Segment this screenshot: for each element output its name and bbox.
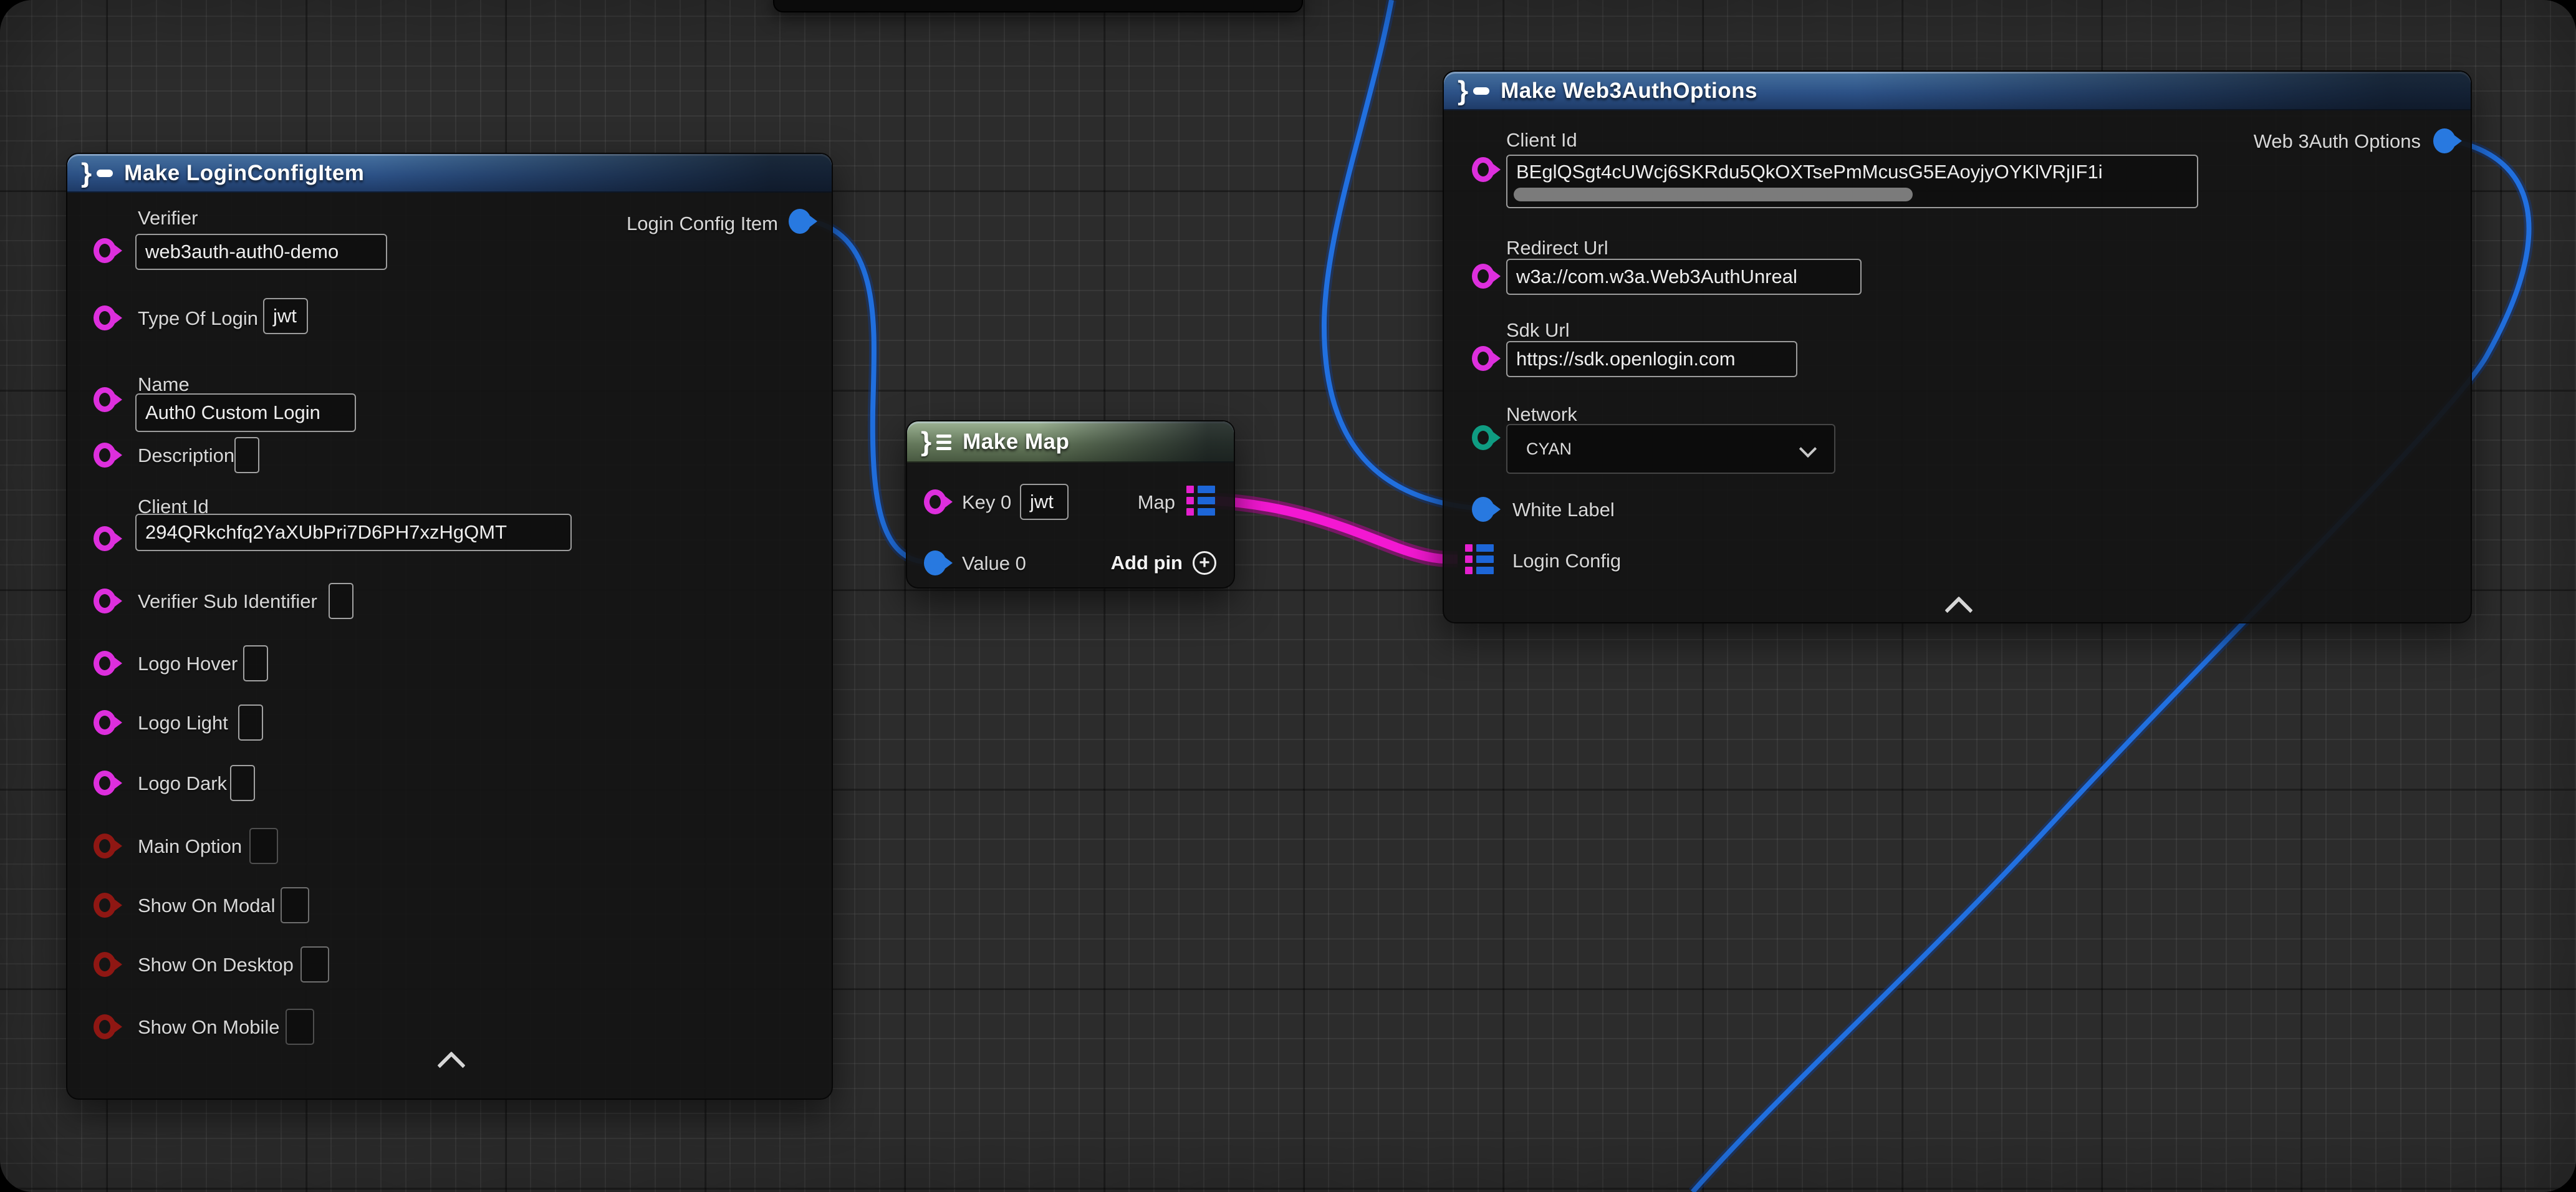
node-make-map[interactable]: } Make Map Key 0 jwt Map Value 0 Add pin…: [906, 420, 1235, 589]
pin-label-description: Description: [138, 445, 234, 467]
pin-label-value-0: Value 0: [962, 552, 1026, 575]
pin-label-name: Name: [138, 373, 190, 396]
name-field[interactable]: Auth0 Custom Login: [135, 393, 356, 432]
pin-key-0[interactable]: [924, 489, 946, 514]
pin-login-config[interactable]: [1465, 544, 1494, 574]
pin-label-verifier: Verifier: [138, 207, 198, 229]
pin-label-type-of-login: Type Of Login: [138, 307, 258, 330]
pin-label-show-on-mobile: Show On Mobile: [138, 1016, 279, 1039]
pin-type-of-login[interactable]: [94, 305, 116, 330]
pin-sdk-url[interactable]: [1472, 346, 1494, 371]
pin-label-sdk-url: Sdk Url: [1506, 319, 1570, 342]
pin-label-main-option: Main Option: [138, 835, 242, 858]
pin-verifier-sub-identifier[interactable]: [94, 589, 116, 613]
node-header[interactable]: } Make Web3AuthOptions: [1444, 72, 2471, 110]
pin-value-0[interactable]: [924, 550, 946, 575]
add-pin-plus-icon: +: [1193, 551, 1216, 575]
node-title: Make Web3AuthOptions: [1501, 79, 1757, 103]
pin-logo-light[interactable]: [94, 710, 116, 735]
blueprint-canvas[interactable]: } Make LoginConfigItem Login Config Item…: [0, 0, 2576, 1192]
description-field[interactable]: [234, 437, 259, 473]
make-map-icon: }: [921, 428, 951, 456]
sdk-url-field[interactable]: https://sdk.openlogin.com: [1506, 341, 1797, 377]
pin-label-show-on-desktop: Show On Desktop: [138, 954, 294, 976]
client-id-field[interactable]: BEglQSgt4cUWcj6SKRdu5QkOXTsePmMcusG5EAoy…: [1506, 155, 2198, 208]
redirect-url-field[interactable]: w3a://com.w3a.Web3AuthUnreal: [1506, 259, 1862, 295]
pin-description[interactable]: [94, 443, 116, 468]
node-header[interactable]: } Make Map: [907, 421, 1234, 463]
client-id-field[interactable]: 294QRkchfq2YaXUbPri7D6PH7xzHgQMT: [135, 514, 572, 551]
show-on-mobile-checkbox[interactable]: [286, 1009, 314, 1045]
output-pin-label-map: Map: [1138, 491, 1175, 514]
key-0-field[interactable]: jwt: [1020, 484, 1069, 520]
logo-hover-field[interactable]: [243, 645, 268, 681]
pin-label-client-id: Client Id: [1506, 129, 1577, 151]
node-title: Make Map: [963, 430, 1069, 454]
collapse-node-chevron[interactable]: [1944, 596, 1973, 624]
node-make-web3authoptions[interactable]: } Make Web3AuthOptions Web 3Auth Options…: [1443, 70, 2472, 623]
pin-label-verifier-sub-identifier: Verifier Sub Identifier: [138, 590, 317, 613]
node-title: Make LoginConfigItem: [124, 161, 364, 186]
output-pin-web3auth-options[interactable]: [2433, 128, 2456, 153]
pin-label-white-label: White Label: [1512, 499, 1615, 521]
pin-client-id[interactable]: [1472, 157, 1494, 182]
pin-label-network: Network: [1506, 403, 1577, 426]
output-pin-map[interactable]: [1186, 486, 1215, 516]
output-pin-label: Web 3Auth Options: [2254, 130, 2421, 153]
collapse-node-chevron[interactable]: [437, 1051, 465, 1079]
type-of-login-field[interactable]: jwt: [263, 298, 308, 334]
show-on-modal-checkbox[interactable]: [281, 887, 309, 923]
pin-show-on-mobile[interactable]: [94, 1014, 116, 1039]
pin-name[interactable]: [94, 387, 116, 412]
verifier-field[interactable]: web3auth-auth0-demo: [135, 234, 387, 270]
show-on-desktop-checkbox[interactable]: [300, 946, 329, 983]
logo-light-field[interactable]: [238, 704, 263, 741]
pin-show-on-desktop[interactable]: [94, 952, 116, 977]
network-dropdown[interactable]: CYAN: [1506, 424, 1835, 474]
chevron-down-icon: [1799, 440, 1817, 458]
pin-label-logo-light: Logo Light: [138, 712, 228, 734]
make-struct-icon: }: [81, 160, 113, 187]
pin-network[interactable]: [1472, 425, 1494, 450]
pin-redirect-url[interactable]: [1472, 264, 1494, 289]
pin-main-option[interactable]: [94, 834, 116, 858]
pin-verifier[interactable]: [94, 238, 116, 263]
pin-show-on-modal[interactable]: [94, 893, 116, 918]
wire-map-to-loginconfig[interactable]: [1213, 501, 1458, 559]
pin-logo-dark[interactable]: [94, 771, 116, 795]
logo-dark-field[interactable]: [230, 765, 255, 801]
add-pin-button[interactable]: Add pin +: [1111, 551, 1216, 575]
pin-white-label[interactable]: [1472, 497, 1494, 522]
main-option-checkbox[interactable]: [249, 828, 278, 864]
pin-label-redirect-url: Redirect Url: [1506, 237, 1608, 259]
field-scrollbar[interactable]: [1514, 188, 1913, 201]
pin-label-login-config: Login Config: [1512, 550, 1621, 572]
pin-client-id[interactable]: [94, 526, 116, 551]
node-make-loginconfigitem[interactable]: } Make LoginConfigItem Login Config Item…: [66, 153, 833, 1100]
pin-label-show-on-modal: Show On Modal: [138, 895, 276, 917]
offscreen-node-fragment[interactable]: [773, 0, 1303, 12]
verifier-sub-identifier-field[interactable]: [329, 583, 353, 619]
pin-label-logo-dark: Logo Dark: [138, 772, 227, 795]
output-pin-label: Login Config Item: [627, 213, 778, 235]
pin-logo-hover[interactable]: [94, 651, 116, 676]
node-header[interactable]: } Make LoginConfigItem: [67, 154, 832, 193]
output-pin-login-config-item[interactable]: [789, 209, 811, 234]
pin-label-logo-hover: Logo Hover: [138, 653, 238, 675]
pin-label-key-0: Key 0: [962, 491, 1011, 514]
make-struct-icon: }: [1458, 77, 1489, 105]
